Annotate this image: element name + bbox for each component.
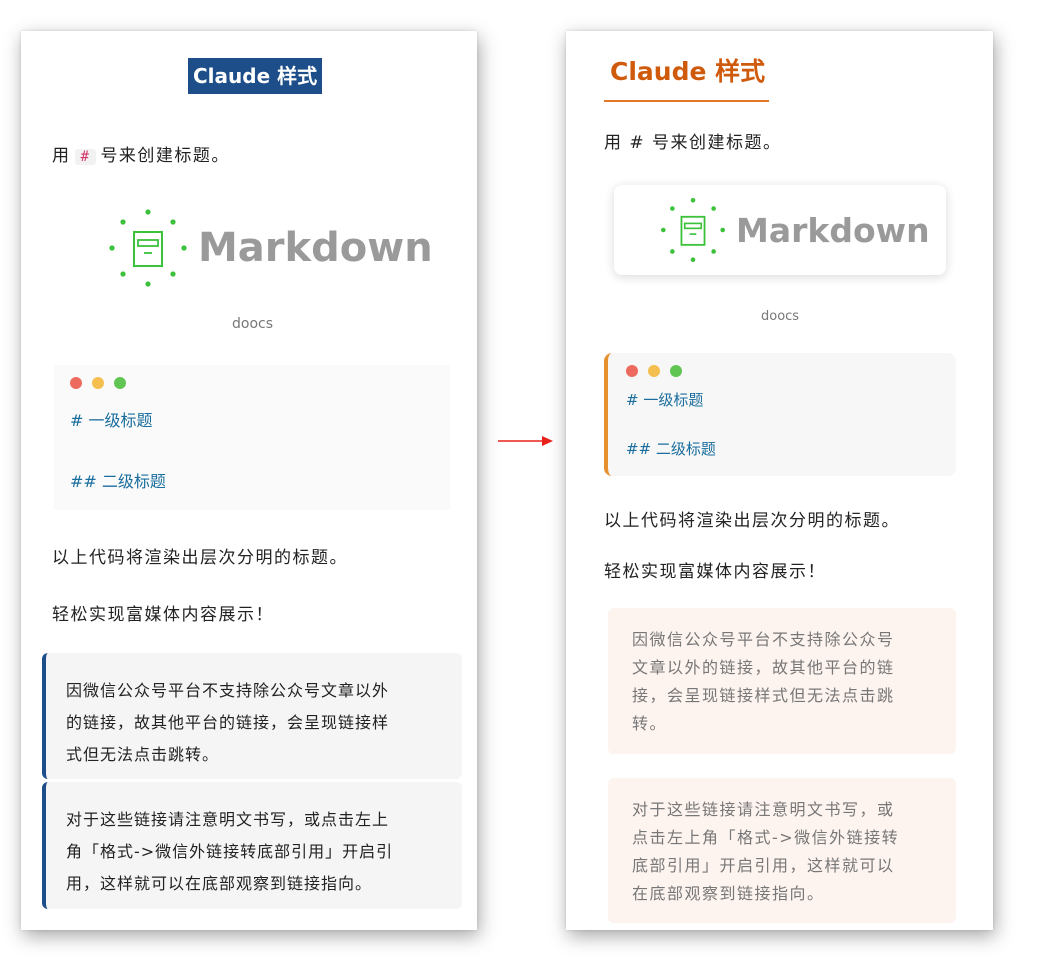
right-title: Claude 样式	[610, 57, 766, 86]
right-heading-paragraph: 用 # 号来创建标题。	[604, 133, 782, 153]
right-code-line-2: ## 二级标题	[626, 440, 716, 458]
left-logo-caption: doocs	[232, 316, 274, 332]
right-paragraph-1: 以上代码将渲染出层次分明的标题。	[604, 511, 900, 531]
left-logo-word: Markdown	[198, 225, 433, 271]
left-blockquote-1: 因微信公众号平台不支持除公众号文章以外 的链接，故其他平台的链接，会呈现链接样 …	[42, 653, 462, 779]
right-code-block: # 一级标题 ## 二级标题	[604, 353, 956, 476]
left-blockquote-2: 对于这些链接请注意明文书写，或点击左上 角「格式->微信外链接转底部引用」开启引…	[42, 782, 462, 909]
quote-line: 因微信公众号平台不支持除公众号	[632, 630, 895, 649]
quote-line: 的链接，故其他平台的链接，会呈现链接样	[66, 713, 390, 732]
left-heading-text-prefix: 用	[52, 146, 71, 166]
quote-line: 接，会呈现链接样式但无法点击跳	[632, 686, 895, 705]
right-blockquote-1: 因微信公众号平台不支持除公众号 文章以外的链接，故其他平台的链 接，会呈现链接样…	[608, 608, 956, 754]
maximize-dot-icon	[114, 377, 126, 389]
left-paragraph-1: 以上代码将渲染出层次分明的标题。	[52, 548, 348, 568]
close-dot-icon	[70, 377, 82, 389]
minimize-dot-icon	[92, 377, 104, 389]
quote-line: 底部引用」开启引用，这样就可以	[632, 856, 895, 875]
window-controls	[626, 365, 682, 377]
quote-line: 对于这些链接请注意明文书写，或点击左上	[66, 810, 390, 829]
window-controls	[70, 377, 126, 389]
left-code-block: # 一级标题 ## 二级标题	[54, 365, 450, 510]
quote-line: 角「格式->微信外链接转底部引用」开启引	[66, 842, 394, 861]
left-heading-text-suffix: 号来创建标题。	[100, 146, 230, 166]
quote-line: 式但无法点击跳转。	[66, 745, 220, 764]
archive-box-icon	[660, 197, 726, 263]
right-paragraph-2: 轻松实现富媒体内容展示！	[604, 562, 826, 582]
quote-line: 用，这样就可以在底部观察到链接指向。	[66, 874, 373, 893]
quote-line: 转。	[632, 714, 668, 733]
right-markdown-logo: Markdown	[660, 197, 930, 263]
close-dot-icon	[626, 365, 638, 377]
right-blockquote-2: 对于这些链接请注意明文书写，或 点击左上角「格式->微信外链接转 底部引用」开启…	[608, 778, 956, 923]
archive-box-icon	[109, 209, 187, 287]
left-code-line-2: ## 二级标题	[70, 472, 166, 491]
right-logo-caption: doocs	[761, 309, 800, 324]
right-logo-word: Markdown	[736, 210, 930, 250]
right-title-underline	[604, 100, 769, 102]
right-logo-card: Markdown	[614, 185, 946, 275]
minimize-dot-icon	[648, 365, 660, 377]
quote-line: 因微信公众号平台不支持除公众号文章以外	[66, 681, 390, 700]
arrow-right-icon	[498, 436, 553, 446]
quote-line: 对于这些链接请注意明文书写，或	[632, 800, 895, 819]
left-heading-paragraph: 用 # 号来创建标题。	[52, 141, 230, 166]
quote-line: 文章以外的链接，故其他平台的链	[632, 658, 895, 677]
quote-line: 点击左上角「格式->微信外链接转	[632, 828, 900, 847]
quote-line: 在底部观察到链接指向。	[632, 884, 825, 903]
left-title: Claude 样式	[188, 58, 323, 94]
left-inline-code: #	[74, 149, 97, 165]
maximize-dot-icon	[670, 365, 682, 377]
left-markdown-logo: Markdown	[108, 208, 433, 288]
left-code-line-1: # 一级标题	[70, 411, 153, 430]
left-paragraph-2: 轻松实现富媒体内容展示！	[52, 605, 274, 625]
right-code-line-1: # 一级标题	[626, 391, 704, 409]
